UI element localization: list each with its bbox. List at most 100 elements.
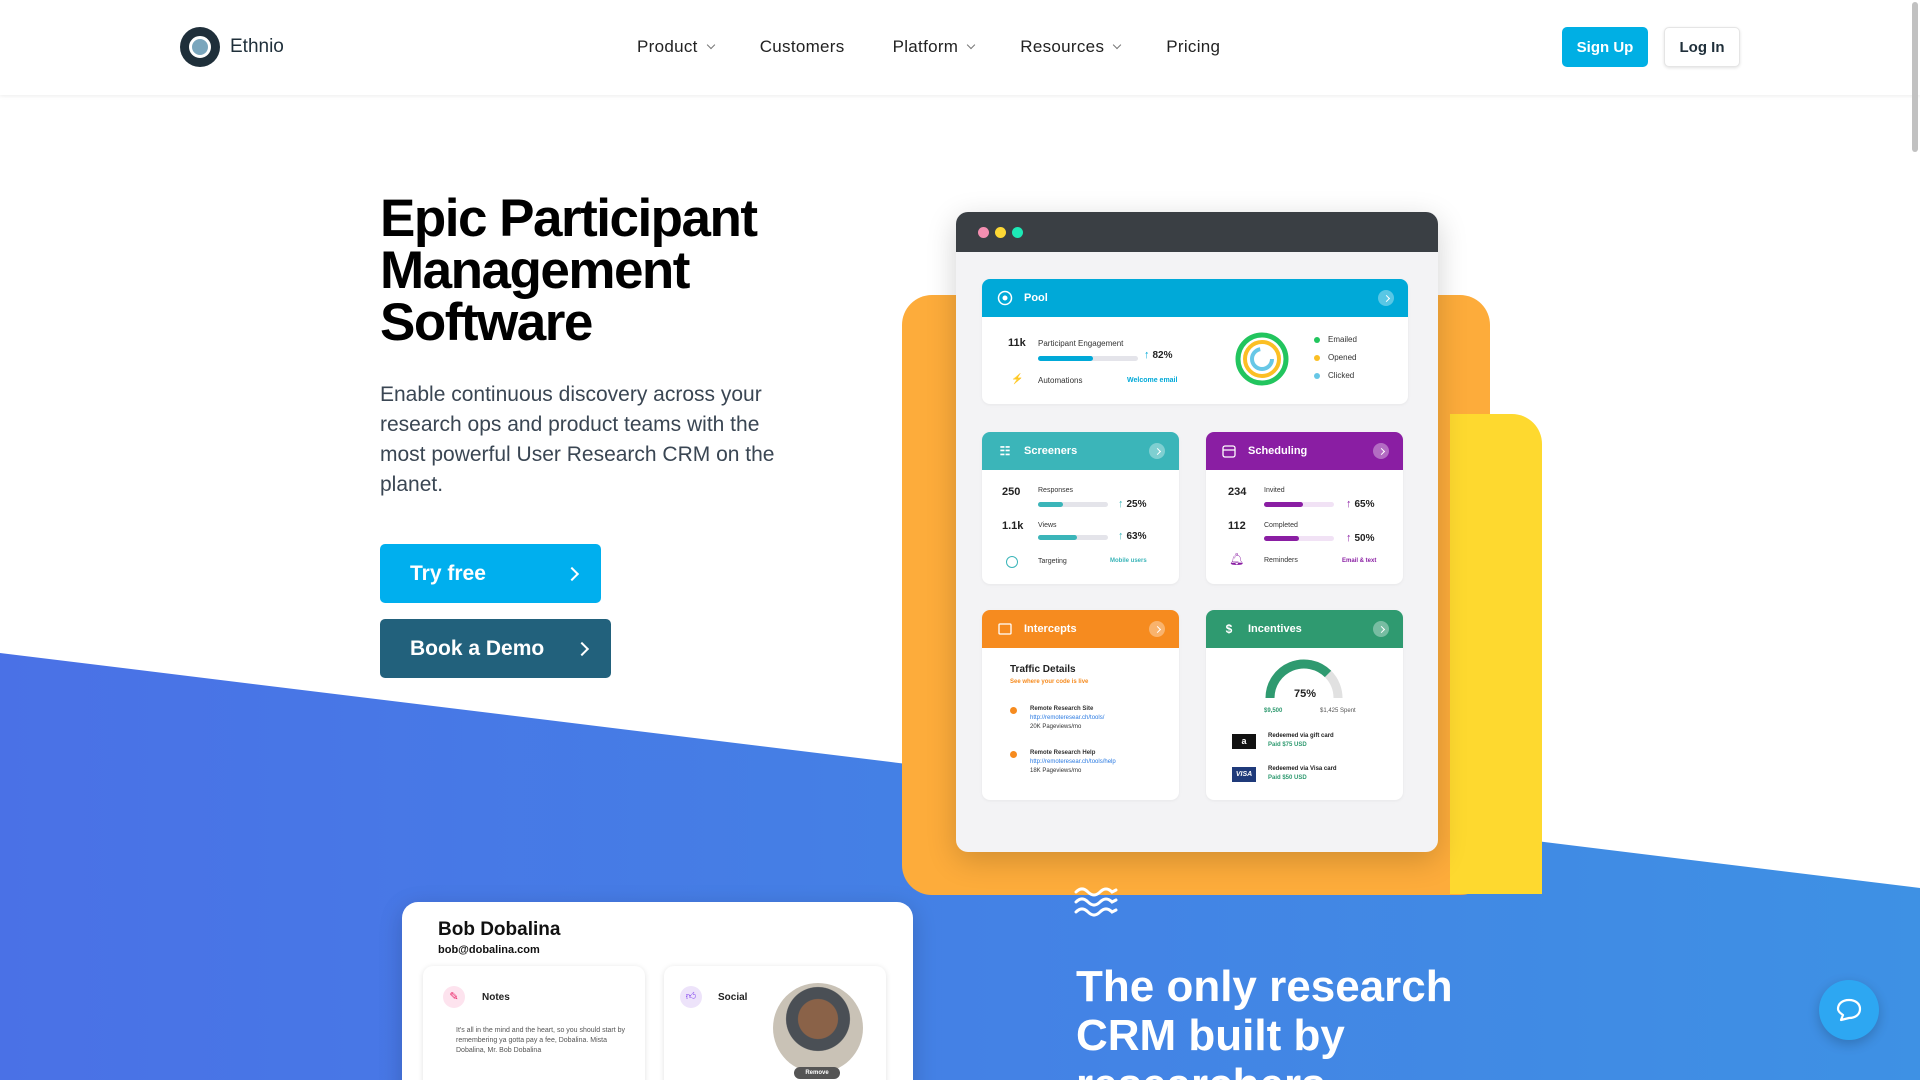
menu-item-product[interactable]: Product [637, 37, 715, 57]
intercepts-card: Intercepts Traffic Details See where you… [982, 610, 1179, 800]
traffic-subtitle: See where your code is live [1010, 679, 1089, 685]
main-menu: Product Customers Platform Resources Pri… [637, 37, 1220, 57]
scheduling-invited-count: 234 [1228, 486, 1247, 498]
site-dot-icon [1010, 707, 1017, 714]
menu-label: Resources [1020, 37, 1105, 56]
screeners-responses-pct: ↑ 25% [1118, 498, 1147, 510]
notes-title: Notes [482, 992, 510, 1003]
screeners-responses-bar [1038, 502, 1108, 507]
target-icon [1006, 556, 1018, 568]
menu-label: Pricing [1166, 37, 1221, 56]
scheduling-completed-pct: ↑ 50% [1346, 532, 1375, 544]
book-demo-button[interactable]: Book a Demo [380, 619, 611, 678]
money-bag-icon: $ [1225, 622, 1233, 636]
menu-item-pricing[interactable]: Pricing [1166, 37, 1220, 57]
profile-card-illustration: Bob Dobalina bob@dobalina.com ✎ Notes It… [402, 902, 913, 1080]
logo-text: Ethnio [230, 36, 284, 57]
intercepts-title: Intercepts [1024, 623, 1077, 635]
social-card: 👍︎ Social Remove [664, 966, 886, 1080]
pool-engagement-label: Participant Engagement [1038, 339, 1124, 348]
window-titlebar [956, 212, 1438, 252]
menu-item-resources[interactable]: Resources [1020, 37, 1122, 57]
incentive-entry: Redeemed via gift card Paid $75 USD [1268, 733, 1334, 748]
thumbs-up-icon: 👍︎ [680, 986, 702, 1008]
dashboard-illustration: Pool 11k Participant Engagement ↑ 82% ⚡ A… [956, 212, 1438, 852]
visa-card-icon: VISA [1232, 767, 1256, 782]
pool-engagement-bar [1038, 356, 1138, 361]
scheduling-title: Scheduling [1248, 445, 1308, 457]
pencil-icon: ✎ [443, 986, 465, 1008]
book-demo-label: Book a Demo [410, 636, 545, 660]
scheduling-completed-bar [1264, 536, 1334, 541]
pool-engagement-count: 11k [1008, 337, 1026, 349]
chevron-right-icon [1373, 621, 1389, 637]
scheduling-invited-pct: ↑ 65% [1346, 498, 1375, 510]
social-title: Social [718, 992, 748, 1003]
screeners-responses-label: Responses [1038, 487, 1074, 494]
scheduling-invited-label: Invited [1264, 487, 1285, 494]
menu-item-platform[interactable]: Platform [892, 37, 976, 57]
try-free-label: Try free [410, 561, 486, 585]
signup-button[interactable]: Sign Up [1562, 27, 1648, 67]
incentives-header: $ Incentives [1206, 610, 1403, 648]
try-free-button[interactable]: Try free [380, 544, 601, 603]
remove-button: Remove [794, 1067, 840, 1079]
section-title: The only research CRM built by researche… [1076, 962, 1453, 1080]
screeners-views-pct: ↑ 63% [1118, 530, 1147, 542]
menu-label: Platform [892, 37, 959, 56]
menu-label: Product [637, 37, 698, 56]
window-dot-icon [995, 226, 1006, 238]
incentives-card: $ Incentives 75% $9,500 $1,425 Spent a R… [1206, 610, 1403, 800]
avatar [773, 983, 863, 1073]
site-entry: Remote Research Help http://remoteresear… [1030, 750, 1116, 774]
screeners-views-label: Views [1038, 522, 1057, 529]
login-button[interactable]: Log In [1664, 27, 1740, 67]
chevron-down-icon [967, 40, 976, 50]
gift-card-icon: a [1232, 734, 1256, 749]
pool-engagement-pct: ↑ 82% [1144, 349, 1173, 361]
calendar-icon [1220, 442, 1238, 460]
window-dot-icon [978, 226, 989, 238]
yellow-backdrop [1450, 414, 1542, 894]
scrollbar-thumb[interactable] [1912, 2, 1918, 152]
profile-email: bob@dobalina.com [438, 944, 540, 956]
scheduling-invited-bar [1264, 502, 1334, 507]
chevron-right-icon [1378, 290, 1394, 306]
pool-title: Pool [1024, 292, 1048, 304]
intercepts-header: Intercepts [982, 610, 1179, 648]
notes-card: ✎ Notes It's all in the mind and the hea… [423, 966, 645, 1080]
incentives-budget: $9,500 [1264, 708, 1283, 714]
scheduling-card: Scheduling 234 Invited ↑ 65% 112 Complete… [1206, 432, 1403, 584]
hero-subtitle: Enable continuous discovery across your … [380, 383, 775, 496]
bell-icon: 🔔︎ [1229, 552, 1245, 566]
logo[interactable]: Ethnio [180, 27, 284, 67]
window-icon [996, 620, 1014, 638]
incentives-title: Incentives [1248, 623, 1302, 635]
menu-item-customers[interactable]: Customers [760, 37, 845, 57]
pool-card: Pool 11k Participant Engagement ↑ 82% ⚡ A… [982, 279, 1408, 404]
screeners-card: ☷ Screeners 250 Responses ↑ 25% 1.1k View… [982, 432, 1179, 584]
page: Ethnio Product Customers Platform Resour… [0, 0, 1920, 1080]
chat-launcher-button[interactable] [1819, 980, 1879, 1040]
chevron-right-icon [1149, 621, 1165, 637]
chevron-right-icon [1149, 443, 1165, 459]
screeners-targeting-label: Targeting [1038, 558, 1067, 565]
scrollbar[interactable] [1908, 0, 1920, 1080]
chat-bubble-icon [1836, 998, 1862, 1022]
site-dot-icon [1010, 751, 1017, 758]
menu-label: Customers [759, 37, 845, 56]
notes-text: It's all in the mind and the heart, so y… [456, 1027, 626, 1054]
screeners-targeting-link: Mobile users [1110, 558, 1147, 564]
pool-legend: Emailed Opened Clicked [1314, 335, 1357, 380]
top-nav: Ethnio Product Customers Platform Resour… [0, 0, 1920, 95]
waves-icon [1074, 887, 1118, 917]
chevron-right-icon [1373, 443, 1389, 459]
screeners-title: Screeners [1024, 445, 1078, 457]
chevron-right-icon [564, 566, 580, 581]
screeners-views-count: 1.1k [1002, 520, 1024, 532]
pool-header: Pool [982, 279, 1408, 317]
scheduling-reminders-label: Reminders [1264, 557, 1298, 564]
window-dot-icon [1012, 226, 1023, 238]
pool-automations-link: Welcome email [1127, 377, 1178, 384]
chevron-down-icon [1113, 40, 1122, 50]
